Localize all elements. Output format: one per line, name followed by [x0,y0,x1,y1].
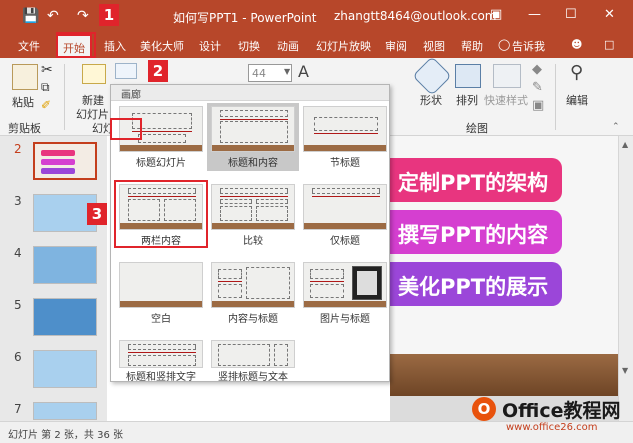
tab-animations[interactable]: 动画 [277,38,299,54]
slide-item-2[interactable]: 撰写PPT的内容 [390,210,562,254]
layout-blank[interactable]: 空白 [115,259,207,327]
chevron-down-icon[interactable]: ▼ [284,67,290,76]
watermark-brand: Office教程网 [502,400,621,422]
tab-review[interactable]: 审阅 [385,38,407,54]
tab-transitions[interactable]: 切换 [238,38,260,54]
thumbnail-slide-7[interactable] [33,402,97,420]
slide-thumbnail-pane: 2 3 4 5 6 7 [0,136,107,421]
separator [64,64,65,130]
layout-button[interactable] [115,63,137,79]
layout-section-header[interactable]: 节标题 [299,103,391,171]
current-slide[interactable]: 定制PPT的架构 撰写PPT的内容 美化PPT的展示 [390,136,618,396]
quick-styles-icon[interactable] [493,64,521,88]
highlight-box-layout [110,118,142,140]
shape-outline-icon[interactable]: ✎ [532,80,543,95]
tab-view[interactable]: 视图 [423,38,445,54]
new-slide-icon[interactable] [82,64,106,84]
layout-title-and-content[interactable]: 标题和内容 [207,103,299,171]
scroll-down-icon[interactable]: ▼ [622,366,628,375]
thumbnail-number: 4 [14,246,22,260]
slide-item-1[interactable]: 定制PPT的架构 [390,158,562,202]
ribbon-display-icon[interactable]: ▣ [490,7,502,22]
account-email[interactable]: zhangtt8464@outlook.com [334,9,497,23]
title-bar: 💾 ↶ ↷ 如何写PPT1 - PowerPoint zhangtt8464@o… [0,0,633,32]
vertical-scrollbar[interactable]: ▲ ▼ [618,136,633,421]
paste-button[interactable]: 粘贴 [12,94,34,110]
separator [555,64,556,130]
step-badge-3: 3 [87,203,107,225]
thumbnail-number: 5 [14,298,22,312]
share-icon[interactable]: ☻ [571,38,582,51]
scroll-up-icon[interactable]: ▲ [622,140,628,149]
undo-icon[interactable]: ↶ [47,8,59,24]
watermark-url: www.office26.com [506,422,598,433]
shapes-button[interactable]: 形状 [420,92,442,108]
watermark: O Office教程网 www.office26.com [466,393,633,441]
layout-comparison[interactable]: 比较 [207,181,299,249]
layout-content-with-caption[interactable]: 内容与标题 [207,259,299,327]
close-icon[interactable]: ✕ [604,7,615,22]
step-badge-1: 1 [99,4,119,26]
slide-canvas[interactable]: 定制PPT的架构 撰写PPT的内容 美化PPT的展示 [390,136,618,421]
layout-vertical-title-and-text[interactable]: 竖排标题与文本 [207,337,299,383]
layout-title-only[interactable]: 仅标题 [299,181,391,249]
collapse-ribbon-icon[interactable]: ⌃ [612,122,620,132]
office-logo-icon: O [472,397,496,421]
tab-insert[interactable]: 插入 [104,38,126,54]
layout-title-and-vertical-text[interactable]: 标题和竖排文字 [115,337,207,383]
thumbnail-number: 7 [14,402,22,416]
redo-icon[interactable]: ↷ [77,8,89,24]
tab-tell-me[interactable]: 告诉我 [512,38,545,54]
copy-icon[interactable]: ⧉ [41,80,50,95]
tab-beautify[interactable]: 美化大师 [140,38,184,54]
format-painter-icon[interactable]: ✐ [41,98,51,112]
slide-item-3[interactable]: 美化PPT的展示 [390,262,562,306]
tab-help[interactable]: 帮助 [461,38,483,54]
thumbnail-slide-4[interactable] [33,246,97,284]
thumbnail-slide-6[interactable] [33,350,97,388]
thumbnail-number: 2 [14,142,22,156]
cut-icon[interactable]: ✂ [41,62,53,78]
layout-picture-with-caption[interactable]: 图片与标题 [299,259,391,327]
shape-fill-icon[interactable]: ◆ [532,62,542,77]
editing-button[interactable]: 编辑 [566,92,588,108]
paste-icon[interactable] [12,64,38,90]
highlight-box-home [56,32,96,58]
thumbnail-slide-5[interactable] [33,298,97,336]
search-icon[interactable]: ⚲ [570,62,583,83]
arrange-icon[interactable] [455,64,481,88]
comment-icon[interactable]: □ [604,38,614,51]
thumbnail-number: 3 [14,194,22,208]
save-icon[interactable]: 💾 [22,8,39,24]
drawing-group-label: 绘图 [466,122,488,135]
gallery-header: 画廊 [111,85,389,101]
minimize-icon[interactable]: — [528,7,541,22]
highlight-box-two-content [114,180,208,248]
font-size-value: 44 [252,67,266,80]
tab-file[interactable]: 文件 [18,38,40,54]
maximize-icon[interactable]: ☐ [565,7,577,22]
tab-slideshow[interactable]: 幻灯片放映 [316,38,371,54]
clipboard-group-label: 剪贴板 [8,122,41,135]
arrange-button[interactable]: 排列 [456,92,478,108]
thumbnail-number: 6 [14,350,22,364]
wood-floor-background [390,354,618,396]
shape-effects-icon[interactable]: ▣ [532,98,544,113]
thumbnail-slide-2[interactable] [33,142,97,180]
slide-count: 幻灯片 第 2 张，共 36 张 [8,430,123,441]
quick-styles-button[interactable]: 快速样式 [484,92,528,108]
window-title: 如何写PPT1 - PowerPoint [173,11,317,25]
increase-font-icon[interactable]: A [298,62,309,81]
tab-design[interactable]: 设计 [199,38,221,54]
step-badge-2: 2 [148,60,168,82]
lightbulb-icon: ◯ [498,38,511,51]
shapes-icon[interactable] [412,56,452,96]
